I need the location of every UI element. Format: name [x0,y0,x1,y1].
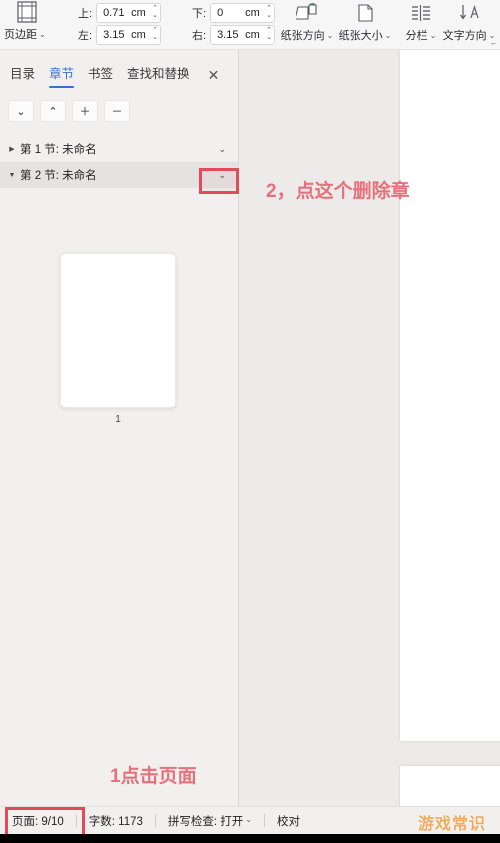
bottom-margin-stepper[interactable]: ⌃ ⌄ [266,5,272,20]
navigation-panel: 目录 章节 书签 查找和替换 ✕ ⌄ ⌃ ＋ － ▶ 第 1 节: 未命名 ⌄ … [0,50,238,806]
tab-bookmarks[interactable]: 书签 [88,63,113,88]
expand-arrow-icon[interactable]: ▶ [4,145,20,153]
annotation-step-1: 1点击页面 [110,766,197,787]
status-word-count[interactable]: 字数: 1173 [77,807,155,834]
status-proofread[interactable]: 校对 [265,807,312,834]
chevron-down-icon: ⌄ [326,31,334,40]
left-margin-stepper[interactable]: ⌃ ⌄ [152,27,158,42]
text-direction-button[interactable]: 文字方向 ⌄ [440,1,498,43]
chevron-down-icon: ⌄ [39,30,46,39]
left-margin-field[interactable]: 左: 3.15 cm ⌃ ⌄ [78,25,161,45]
move-down-button[interactable]: ⌄ [8,100,34,122]
page-margins-icon[interactable] [14,1,40,23]
top-margin-input[interactable]: 0.71 cm ⌃ ⌄ [96,3,161,23]
section-title: 第 1 节: 未命名 [20,144,97,156]
bottom-margin-label: 下: [192,8,207,20]
document-workspace[interactable] [239,50,500,806]
top-margin-label: 上: [78,8,93,20]
top-margin-value: 0.71 [103,7,125,19]
top-margin-unit: cm [131,7,146,19]
document-page-1[interactable] [400,50,500,741]
section-item-1[interactable]: ▶ 第 1 节: 未命名 ⌄ [0,136,238,162]
bottom-margin-field[interactable]: 下: 0 cm ⌃ ⌄ [192,3,275,23]
status-spellcheck[interactable]: 拼写检查: 打开 ⌄ [156,807,264,834]
bottom-black-strip [0,834,500,843]
right-margin-label: 右: [192,30,207,42]
section-toolbar: ⌄ ⌃ ＋ － [8,100,130,122]
paper-orientation-button[interactable]: 纸张方向 ⌄ [278,1,336,43]
wps-writer-window: 页边距 ⌄ 上: 0.71 cm ⌃ ⌄ 下: 0 cm ⌃ ⌄ 左: 3.15… [0,0,500,843]
status-spellcheck-label: 拼写检查: 打开 [167,815,244,828]
left-margin-label: 左: [78,30,93,42]
tab-contents[interactable]: 目录 [10,63,35,88]
paper-orientation-label: 纸张方向 [280,30,325,42]
chevron-down-icon[interactable]: ⌄ [218,144,226,155]
text-direction-label: 文字方向 [442,30,487,42]
left-margin-value: 3.15 [103,29,125,41]
navigation-tabs: 目录 章节 书签 查找和替换 ✕ [0,60,238,90]
top-margin-field[interactable]: 上: 0.71 cm ⌃ ⌄ [78,3,161,23]
move-up-button[interactable]: ⌃ [40,100,66,122]
page-size-icon [336,1,394,25]
page-thumbnail[interactable]: 1 [60,253,176,425]
chevron-down-icon[interactable]: ⌄ [245,815,252,824]
thumbnail-page-image[interactable] [60,253,176,408]
page-orientation-icon [278,1,336,25]
remove-section-button[interactable]: － [104,100,130,122]
add-section-button[interactable]: ＋ [72,100,98,122]
right-margin-value: 3.15 [217,29,239,41]
page-layout-ribbon: 页边距 ⌄ 上: 0.71 cm ⌃ ⌄ 下: 0 cm ⌃ ⌄ 左: 3.15… [0,0,500,50]
tab-find-replace[interactable]: 查找和替换 [127,63,190,88]
ribbon-expand-icon[interactable]: ⌐ [491,39,496,48]
right-margin-stepper[interactable]: ⌃ ⌄ [266,27,272,42]
bottom-margin-unit: cm [245,7,260,19]
paper-size-button[interactable]: 纸张大小 ⌄ [336,1,394,43]
right-margin-field[interactable]: 右: 3.15 cm ⌃ ⌄ [192,25,275,45]
right-margin-input[interactable]: 3.15 cm ⌃ ⌄ [210,25,275,45]
top-margin-stepper[interactable]: ⌃ ⌄ [152,5,158,20]
thumbnail-page-number: 1 [115,414,121,425]
annotation-step-2: 2，点这个删除章 [266,181,410,202]
chevron-down-icon: ⌄ [429,31,437,40]
watermark-label: 游戏常识 [417,816,486,833]
bottom-margin-input[interactable]: 0 cm ⌃ ⌄ [210,3,275,23]
left-margin-input[interactable]: 3.15 cm ⌃ ⌄ [96,25,161,45]
text-direction-icon [440,1,498,25]
columns-label: 分栏 [405,30,428,42]
page-margins-label: 页边距 [4,29,37,41]
collapse-arrow-icon[interactable]: ▼ [4,172,20,179]
page-margins-button[interactable]: 页边距 ⌄ [4,26,46,42]
highlight-box-section-chevron [199,168,239,194]
tab-sections[interactable]: 章节 [49,63,75,88]
bottom-margin-value: 0 [217,7,224,19]
close-icon[interactable]: ✕ [208,68,220,82]
left-margin-unit: cm [131,29,146,41]
document-page-2[interactable] [400,766,500,806]
section-title: 第 2 节: 未命名 [20,170,97,182]
chevron-down-icon: ⌄ [384,31,392,40]
paper-size-label: 纸张大小 [338,30,383,42]
right-margin-unit: cm [245,29,260,41]
